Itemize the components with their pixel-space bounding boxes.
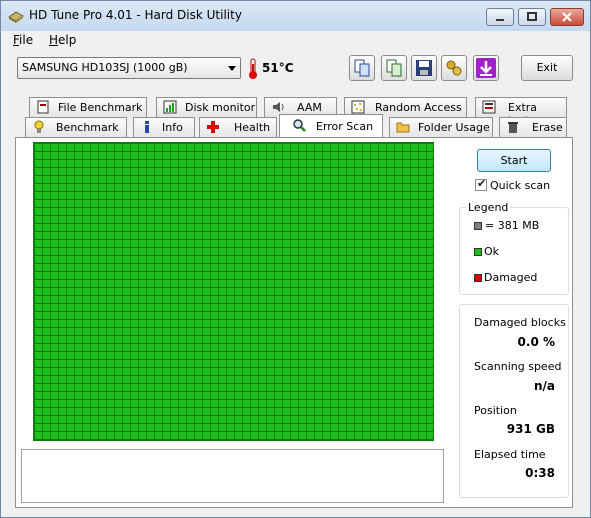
legend-block-swatch [474,222,482,230]
tab-label: File Benchmark [58,101,143,114]
trash-icon [508,122,518,133]
tab-label: Info [162,121,183,134]
tab-info[interactable]: Info [133,117,195,137]
drive-select[interactable]: SAMSUNG HD103SJ (1000 gB) [17,57,241,79]
legend-damaged-label: Damaged [484,271,538,284]
checkmark-icon: ✔ [477,177,487,190]
legend-ok-label: Ok [484,245,500,258]
minimize-button[interactable] [486,8,514,26]
legend-block-size: = 381 MB [485,219,540,232]
copy-icon [354,59,370,77]
elapsed-time-label: Elapsed time [474,448,546,461]
tab-disk-monitor[interactable]: Disk monitor [156,97,257,117]
app-window: HD Tune Pro 4.01 - Hard Disk Utility Fil… [0,0,591,518]
tab-label: Health [234,121,271,134]
file-benchmark-icon [37,100,49,114]
tab-label: Benchmark [56,121,119,134]
options-tools-icon [446,60,462,76]
drive-select-value: SAMSUNG HD103SJ (1000 gB) [22,61,188,74]
tab-erase[interactable]: Erase [499,117,567,137]
copy-all-button[interactable] [381,55,407,81]
scan-log-area[interactable] [21,449,444,503]
app-hdd-icon [8,11,24,23]
tab-label: Erase [532,121,563,134]
legend-title: Legend [466,201,511,214]
menu-help-label: elp [58,33,77,47]
options-button[interactable] [441,55,467,81]
tab-label: AAM [297,101,322,114]
title-bar[interactable]: HD Tune Pro 4.01 - Hard Disk Utility [1,1,590,31]
damaged-blocks-label: Damaged blocks [474,316,566,329]
tab-health[interactable]: Health [199,117,277,137]
speaker-icon [273,102,284,112]
quick-scan-label: Quick scan [490,179,551,192]
menu-file-label: ile [19,33,34,47]
legend-damaged-swatch [474,274,482,282]
scanning-speed-value: n/a [533,379,555,393]
scanning-speed-label: Scanning speed [474,360,562,373]
health-cross-icon [207,121,219,133]
thermometer-icon [249,58,257,79]
tab-label: Random Access [375,101,462,114]
menu-help[interactable]: Help [49,33,76,47]
download-arrow-icon [476,58,496,78]
tab-label: Folder Usage [418,121,490,134]
maximize-button[interactable] [518,8,546,26]
quick-scan-checkbox[interactable]: ✔ [475,177,487,191]
tab-folder-usage[interactable]: Folder Usage [389,117,493,137]
floppy-save-icon [416,60,432,76]
info-icon [145,121,149,133]
tab-benchmark[interactable]: Benchmark [25,117,127,137]
position-value: 931 GB [506,422,555,436]
menu-file[interactable]: File [13,33,33,47]
download-button[interactable] [473,55,499,81]
scan-block-grid [33,142,434,441]
tab-extra-tests[interactable]: Extra tests [475,97,567,127]
folder-icon [396,122,410,133]
copy-all-icon [386,59,402,77]
elapsed-time-value: 0:38 [525,466,555,480]
menu-help-accel: H [49,33,59,47]
start-button[interactable]: Start [477,149,551,172]
random-access-icon [351,100,365,114]
disk-monitor-icon [163,100,177,114]
extra-tests-icon [482,100,496,114]
maximize-icon [527,12,537,21]
tab-label: Disk monitor [185,101,256,114]
window-title: HD Tune Pro 4.01 - Hard Disk Utility [29,8,242,22]
legend-ok-swatch [474,248,482,256]
tab-error-scan[interactable]: Error Scan [279,114,383,137]
copy-info-button[interactable] [349,55,375,81]
exit-button[interactable]: Exit [521,55,573,81]
magnifier-icon [293,119,306,132]
tab-label: Error Scan [316,120,374,133]
position-label: Position [474,404,517,417]
close-icon [562,12,572,22]
menu-bar: File Help [1,31,590,51]
lightbulb-icon [34,120,44,133]
temperature-readout: 51°C [262,61,294,75]
tab-file-benchmark[interactable]: File Benchmark [29,97,147,117]
close-button[interactable] [550,8,584,26]
minimize-icon [496,19,504,21]
chevron-down-icon [228,66,236,71]
damaged-blocks-value: 0.0 % [517,335,555,349]
save-button[interactable] [411,55,437,81]
